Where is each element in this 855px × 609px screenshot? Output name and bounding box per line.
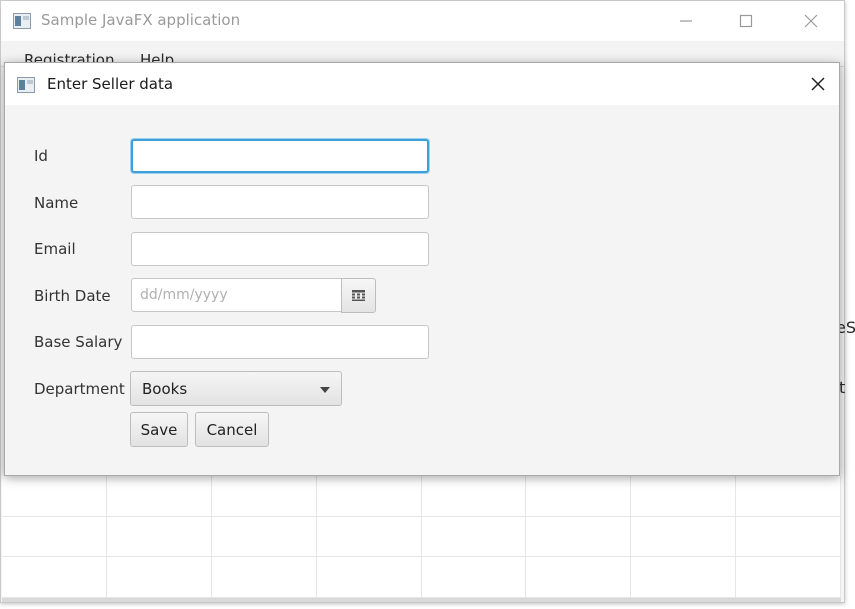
table-cell [736, 557, 841, 598]
table-cell [526, 516, 632, 558]
email-field[interactable] [131, 232, 429, 266]
save-button[interactable]: Save [130, 412, 188, 447]
main-close-button[interactable] [781, 1, 841, 41]
table-cell [106, 557, 212, 598]
table-cell [736, 476, 841, 517]
base-salary-label: Base Salary [34, 333, 123, 351]
maximize-icon [739, 14, 753, 28]
department-selected-value: Books [142, 380, 188, 398]
email-label: Email [34, 240, 76, 258]
maximize-button[interactable] [716, 1, 776, 41]
base-salary-field[interactable] [131, 325, 429, 359]
cancel-button[interactable]: Cancel [195, 412, 269, 447]
table-cell [211, 516, 317, 558]
birth-date-field[interactable] [131, 278, 342, 312]
table-cell [106, 516, 212, 558]
app-icon [13, 13, 31, 33]
calendar-button[interactable] [341, 278, 376, 313]
department-combo[interactable]: Books [130, 371, 342, 406]
minimize-button[interactable] [656, 1, 716, 41]
dialog-title: Enter Seller data [47, 75, 174, 93]
table-cell [631, 476, 737, 517]
table-cell [631, 516, 737, 558]
chevron-down-icon [320, 387, 330, 393]
table-cell [106, 476, 212, 517]
department-label: Department [34, 380, 125, 398]
table-cell [316, 516, 422, 558]
table-cell [2, 557, 107, 598]
table-cell [631, 557, 737, 598]
table-cell [211, 476, 317, 517]
name-label: Name [34, 194, 79, 212]
table-cell [316, 476, 422, 517]
name-field[interactable] [131, 185, 429, 219]
table-cell [2, 476, 107, 517]
table-cell [316, 557, 422, 598]
table-scroll-edge [2, 598, 841, 602]
dialog-titlebar: Enter Seller data [5, 63, 839, 105]
background-table [2, 476, 841, 598]
id-label: Id [34, 147, 48, 165]
birth-date-label: Birth Date [34, 287, 111, 305]
minimize-icon [680, 20, 692, 22]
table-cell [211, 557, 317, 598]
close-icon [811, 77, 825, 91]
calendar-icon [352, 290, 365, 301]
table-cell [421, 557, 527, 598]
id-field[interactable] [131, 139, 429, 173]
table-cell [2, 516, 107, 558]
table-cell [421, 516, 527, 558]
main-titlebar: Sample JavaFX application [1, 1, 844, 41]
table-cell [736, 516, 841, 558]
table-cell [526, 476, 632, 517]
table-cell [526, 557, 632, 598]
close-icon [804, 14, 818, 28]
table-cell [421, 476, 527, 517]
dialog-close-button[interactable] [801, 67, 835, 101]
seller-dialog: Enter Seller data Id Name Email Birth Da… [4, 62, 840, 476]
main-window-title: Sample JavaFX application [41, 11, 241, 29]
app-icon [17, 77, 35, 97]
